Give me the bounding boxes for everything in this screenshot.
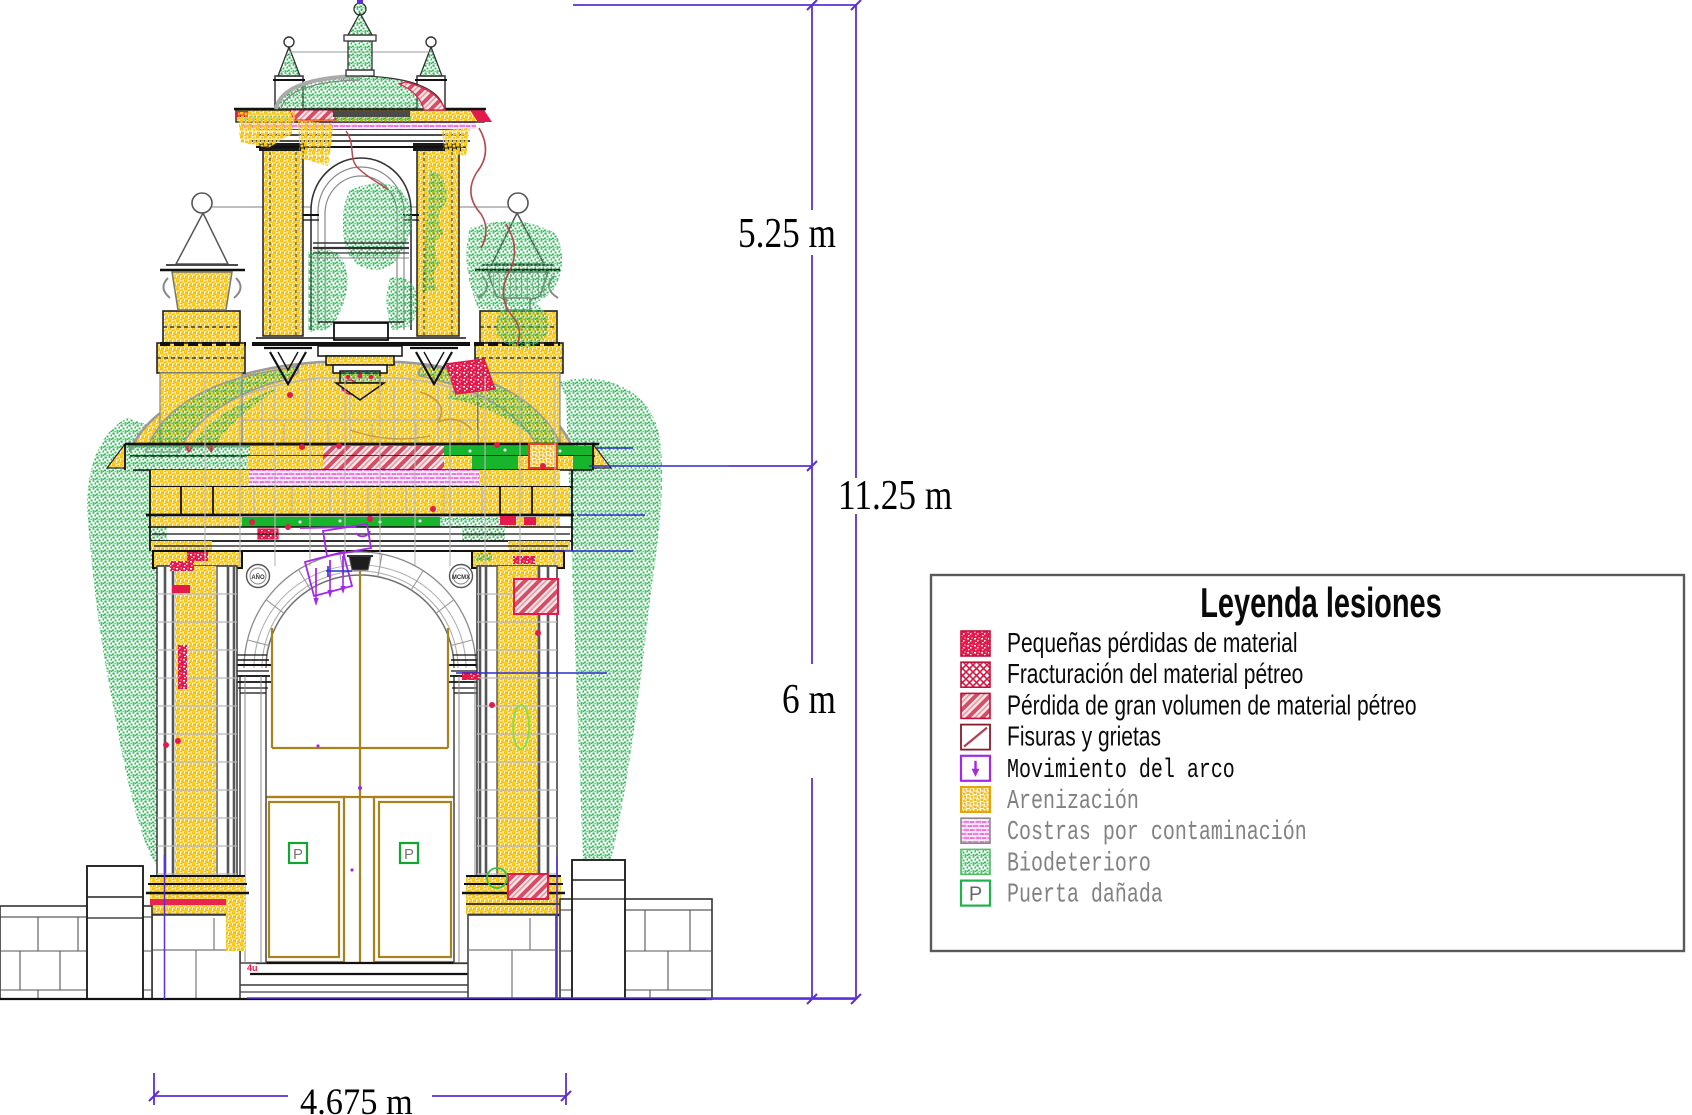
svg-text:Costras por contaminación: Costras por contaminación [1007, 818, 1307, 849]
svg-text:Pequeñas pérdidas de material: Pequeñas pérdidas de material [1007, 628, 1298, 659]
svg-text:6 m: 6 m [782, 676, 836, 723]
svg-text:5.25 m: 5.25 m [738, 210, 836, 257]
svg-text:P: P [404, 846, 414, 863]
svg-text:Fracturación del material pétr: Fracturación del material pétreo [1007, 659, 1303, 690]
svg-text:Biodeterioro: Biodeterioro [1007, 849, 1151, 880]
svg-text:Leyenda lesiones: Leyenda lesiones [1200, 579, 1442, 627]
svg-text:MCMX: MCMX [452, 575, 470, 581]
svg-text:4.675 m: 4.675 m [300, 1081, 413, 1115]
svg-text:Arenización: Arenización [1007, 786, 1139, 817]
svg-text:Movimiento del arco: Movimiento del arco [1007, 755, 1235, 786]
svg-text:P: P [293, 846, 303, 863]
svg-text:AÑO: AÑO [251, 574, 265, 581]
svg-text:P: P [969, 884, 982, 906]
svg-text:Pérdida de gran volumen de mat: Pérdida de gran volumen de material pétr… [1007, 691, 1417, 722]
svg-text:Puerta dañada: Puerta dañada [1007, 880, 1163, 911]
svg-text:4u: 4u [247, 963, 258, 973]
svg-text:11.25 m: 11.25 m [838, 472, 952, 519]
svg-text:Fisuras y grietas: Fisuras y grietas [1007, 722, 1161, 753]
